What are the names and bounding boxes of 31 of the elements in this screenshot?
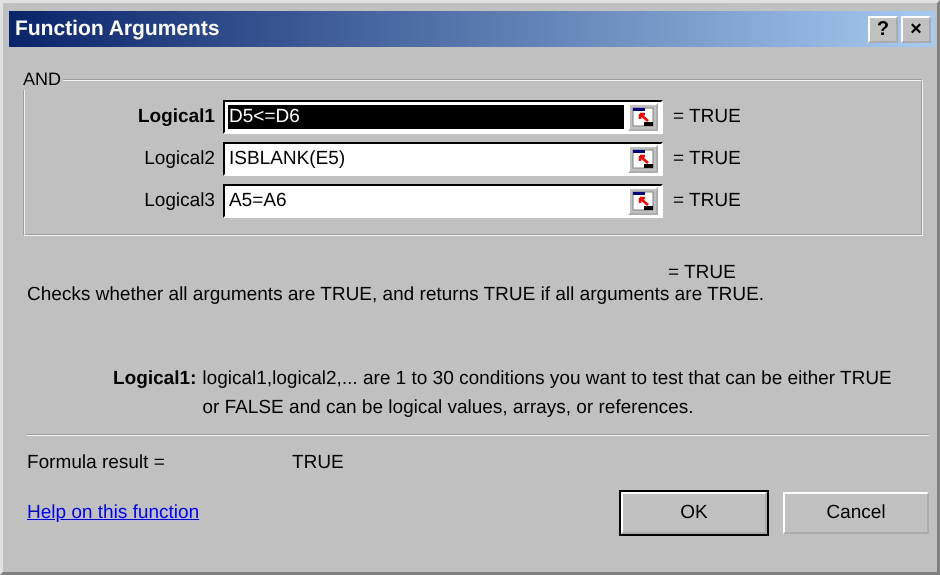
- formula-result-label: Formula result =: [27, 452, 166, 474]
- function-result: = TRUE: [668, 262, 737, 284]
- window-title: Function Arguments: [15, 17, 220, 41]
- argument-help-text: logical1,logical2,... are 1 to 30 conditions you want to test that can be either TRUE or FALSE and can be logical values, arrays, or references.: [202, 367, 892, 420]
- help-link[interactable]: Help on this function: [27, 502, 605, 524]
- argument-result: = TRUE: [673, 190, 741, 212]
- argument-help-label: Logical1:: [113, 367, 196, 391]
- range-select-icon: [632, 107, 654, 127]
- collapse-dialog-button[interactable]: [628, 145, 658, 173]
- argument-label: Logical1: [136, 106, 216, 128]
- collapse-dialog-button[interactable]: [628, 187, 658, 215]
- argument-value: D5<=D6: [228, 105, 624, 129]
- argument-label: Logical3: [143, 190, 216, 212]
- argument-result: = TRUE: [673, 148, 741, 170]
- function-description: Checks whether all arguments are TRUE, and returns TRUE if all arguments are TRUE.: [27, 284, 766, 306]
- argument-field[interactable]: D5<=D6: [223, 100, 663, 134]
- help-button[interactable]: ?: [868, 16, 898, 42]
- collapse-dialog-button[interactable]: [628, 103, 658, 131]
- range-select-icon: [632, 191, 654, 211]
- argument-result: = TRUE: [673, 106, 741, 128]
- argument-field[interactable]: ISBLANK(E5): [223, 142, 663, 176]
- argument-value: A5=A6: [228, 189, 288, 213]
- argument-field[interactable]: A5=A6: [223, 184, 663, 218]
- close-button[interactable]: ×: [901, 16, 931, 42]
- ok-button[interactable]: OK: [621, 492, 767, 534]
- argument-label: Logical2: [143, 148, 216, 170]
- argument-value: ISBLANK(E5): [228, 147, 346, 171]
- cancel-button[interactable]: Cancel: [783, 492, 929, 534]
- range-select-icon: [632, 149, 654, 169]
- function-name: AND: [22, 69, 62, 90]
- formula-result-value: TRUE: [292, 452, 344, 474]
